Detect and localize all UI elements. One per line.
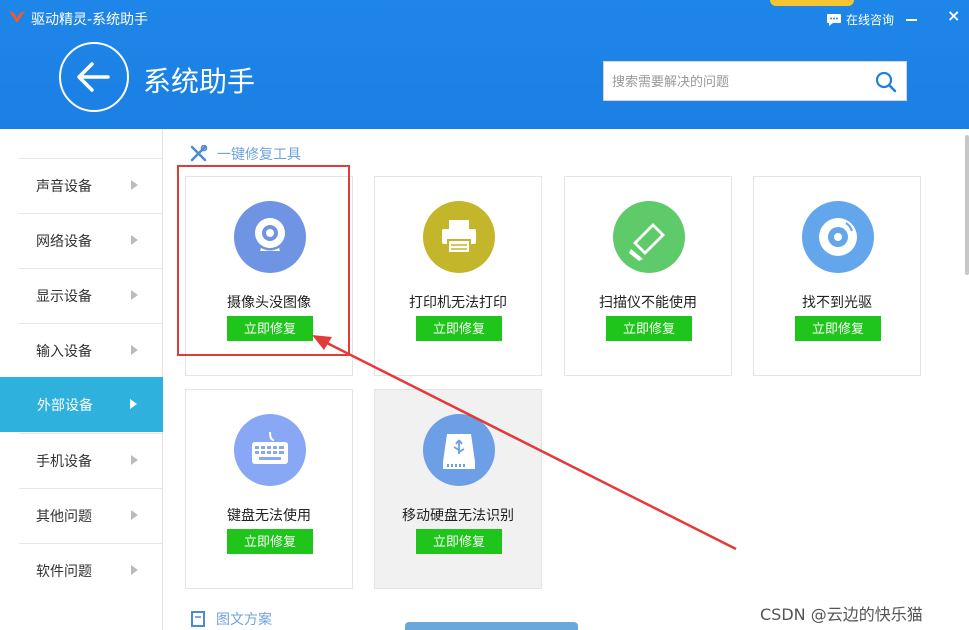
chevron-right-icon xyxy=(131,510,138,520)
close-button[interactable]: × xyxy=(947,8,961,24)
chevron-right-icon xyxy=(131,455,138,465)
minimize-button[interactable] xyxy=(906,19,917,21)
webcam-icon xyxy=(234,201,306,273)
usb-drive-icon xyxy=(423,414,495,486)
online-consult-button[interactable]: 在线咨询 xyxy=(826,11,894,28)
sidebar-item-input[interactable]: 输入设备 xyxy=(19,323,163,378)
sidebar-item-other[interactable]: 其他问题 xyxy=(19,488,163,543)
tool-name: 打印机无法打印 xyxy=(409,295,507,311)
document-icon xyxy=(191,611,205,627)
sidebar-item-label: 网络设备 xyxy=(36,234,92,250)
disc-icon xyxy=(802,201,874,273)
watermark: CSDN @云边的快乐猫 xyxy=(760,605,923,624)
arrow-left-icon xyxy=(77,62,110,92)
sidebar-item-label: 其他问题 xyxy=(36,509,92,525)
back-button[interactable] xyxy=(59,42,129,112)
tool-card-printer[interactable]: 打印机无法打印 立即修复 xyxy=(374,176,542,376)
keyboard-icon xyxy=(234,414,306,486)
tools-icon xyxy=(190,145,208,162)
fix-now-button[interactable]: 立即修复 xyxy=(416,529,502,554)
tool-name: 键盘无法使用 xyxy=(227,508,311,524)
section-title: 一键修复工具 xyxy=(217,147,301,163)
sidebar-item-network[interactable]: 网络设备 xyxy=(19,213,163,268)
section-heading-repair-tools: 一键修复工具 xyxy=(189,144,301,164)
tool-card-optical-drive[interactable]: 找不到光驱 立即修复 xyxy=(753,176,921,376)
sidebar-item-display[interactable]: 显示设备 xyxy=(19,268,163,323)
scanner-icon xyxy=(613,201,685,273)
chevron-right-icon xyxy=(130,399,137,409)
tool-card-webcam[interactable]: 摄像头没图像 立即修复 xyxy=(185,176,353,376)
sidebar-item-label: 软件问题 xyxy=(36,564,92,580)
chevron-right-icon xyxy=(131,290,138,300)
fix-now-button[interactable]: 立即修复 xyxy=(227,529,313,554)
app-title: 驱动精灵-系统助手 xyxy=(31,12,149,28)
fix-now-button[interactable]: 立即修复 xyxy=(795,316,881,341)
search-input[interactable] xyxy=(612,72,862,92)
sidebar-item-label: 手机设备 xyxy=(36,454,92,470)
sidebar-item-label: 输入设备 xyxy=(36,344,92,360)
title-bar: 驱动精灵-系统助手 在线咨询 × xyxy=(0,0,969,34)
chevron-right-icon xyxy=(131,180,138,190)
page-title: 系统助手 xyxy=(143,65,256,98)
chevron-right-icon xyxy=(131,345,138,355)
sidebar-item-mobile[interactable]: 手机设备 xyxy=(19,433,163,488)
chevron-right-icon xyxy=(131,565,138,575)
sidebar-item-label: 外部设备 xyxy=(37,398,93,414)
tool-card-keyboard[interactable]: 键盘无法使用 立即修复 xyxy=(185,389,353,589)
search-box xyxy=(603,61,907,101)
sidebar-item-software[interactable]: 软件问题 xyxy=(19,543,163,598)
tool-card-usb-drive[interactable]: 移动硬盘无法识别 立即修复 xyxy=(374,389,542,589)
tool-name: 找不到光驱 xyxy=(802,295,872,311)
chat-icon xyxy=(827,13,841,26)
search-icon[interactable] xyxy=(875,71,897,93)
fix-now-button[interactable]: 立即修复 xyxy=(606,316,692,341)
section-heading-guides: 图文方案 xyxy=(190,609,272,629)
app-logo-icon xyxy=(9,11,25,23)
scrollbar[interactable] xyxy=(965,135,969,275)
tool-name: 扫描仪不能使用 xyxy=(599,295,697,311)
sidebar: 声音设备 网络设备 显示设备 输入设备 外部设备 手机设备 其他问题 软件问题 xyxy=(0,129,163,630)
section-title: 图文方案 xyxy=(216,612,272,628)
tool-name: 摄像头没图像 xyxy=(227,295,311,311)
sidebar-item-sound[interactable]: 声音设备 xyxy=(19,158,163,213)
promo-banner-edge xyxy=(770,0,854,6)
sidebar-item-label: 显示设备 xyxy=(36,289,92,305)
printer-icon xyxy=(423,201,495,273)
sidebar-item-label: 声音设备 xyxy=(36,179,92,195)
tool-card-scanner[interactable]: 扫描仪不能使用 立即修复 xyxy=(564,176,732,376)
fix-now-button[interactable]: 立即修复 xyxy=(416,316,502,341)
bottom-tab-edge xyxy=(405,622,578,630)
tool-name: 移动硬盘无法识别 xyxy=(402,508,514,524)
chevron-right-icon xyxy=(131,235,138,245)
online-consult-label: 在线咨询 xyxy=(846,13,895,27)
fix-now-button[interactable]: 立即修复 xyxy=(227,316,313,341)
sidebar-item-external[interactable]: 外部设备 xyxy=(0,377,163,432)
